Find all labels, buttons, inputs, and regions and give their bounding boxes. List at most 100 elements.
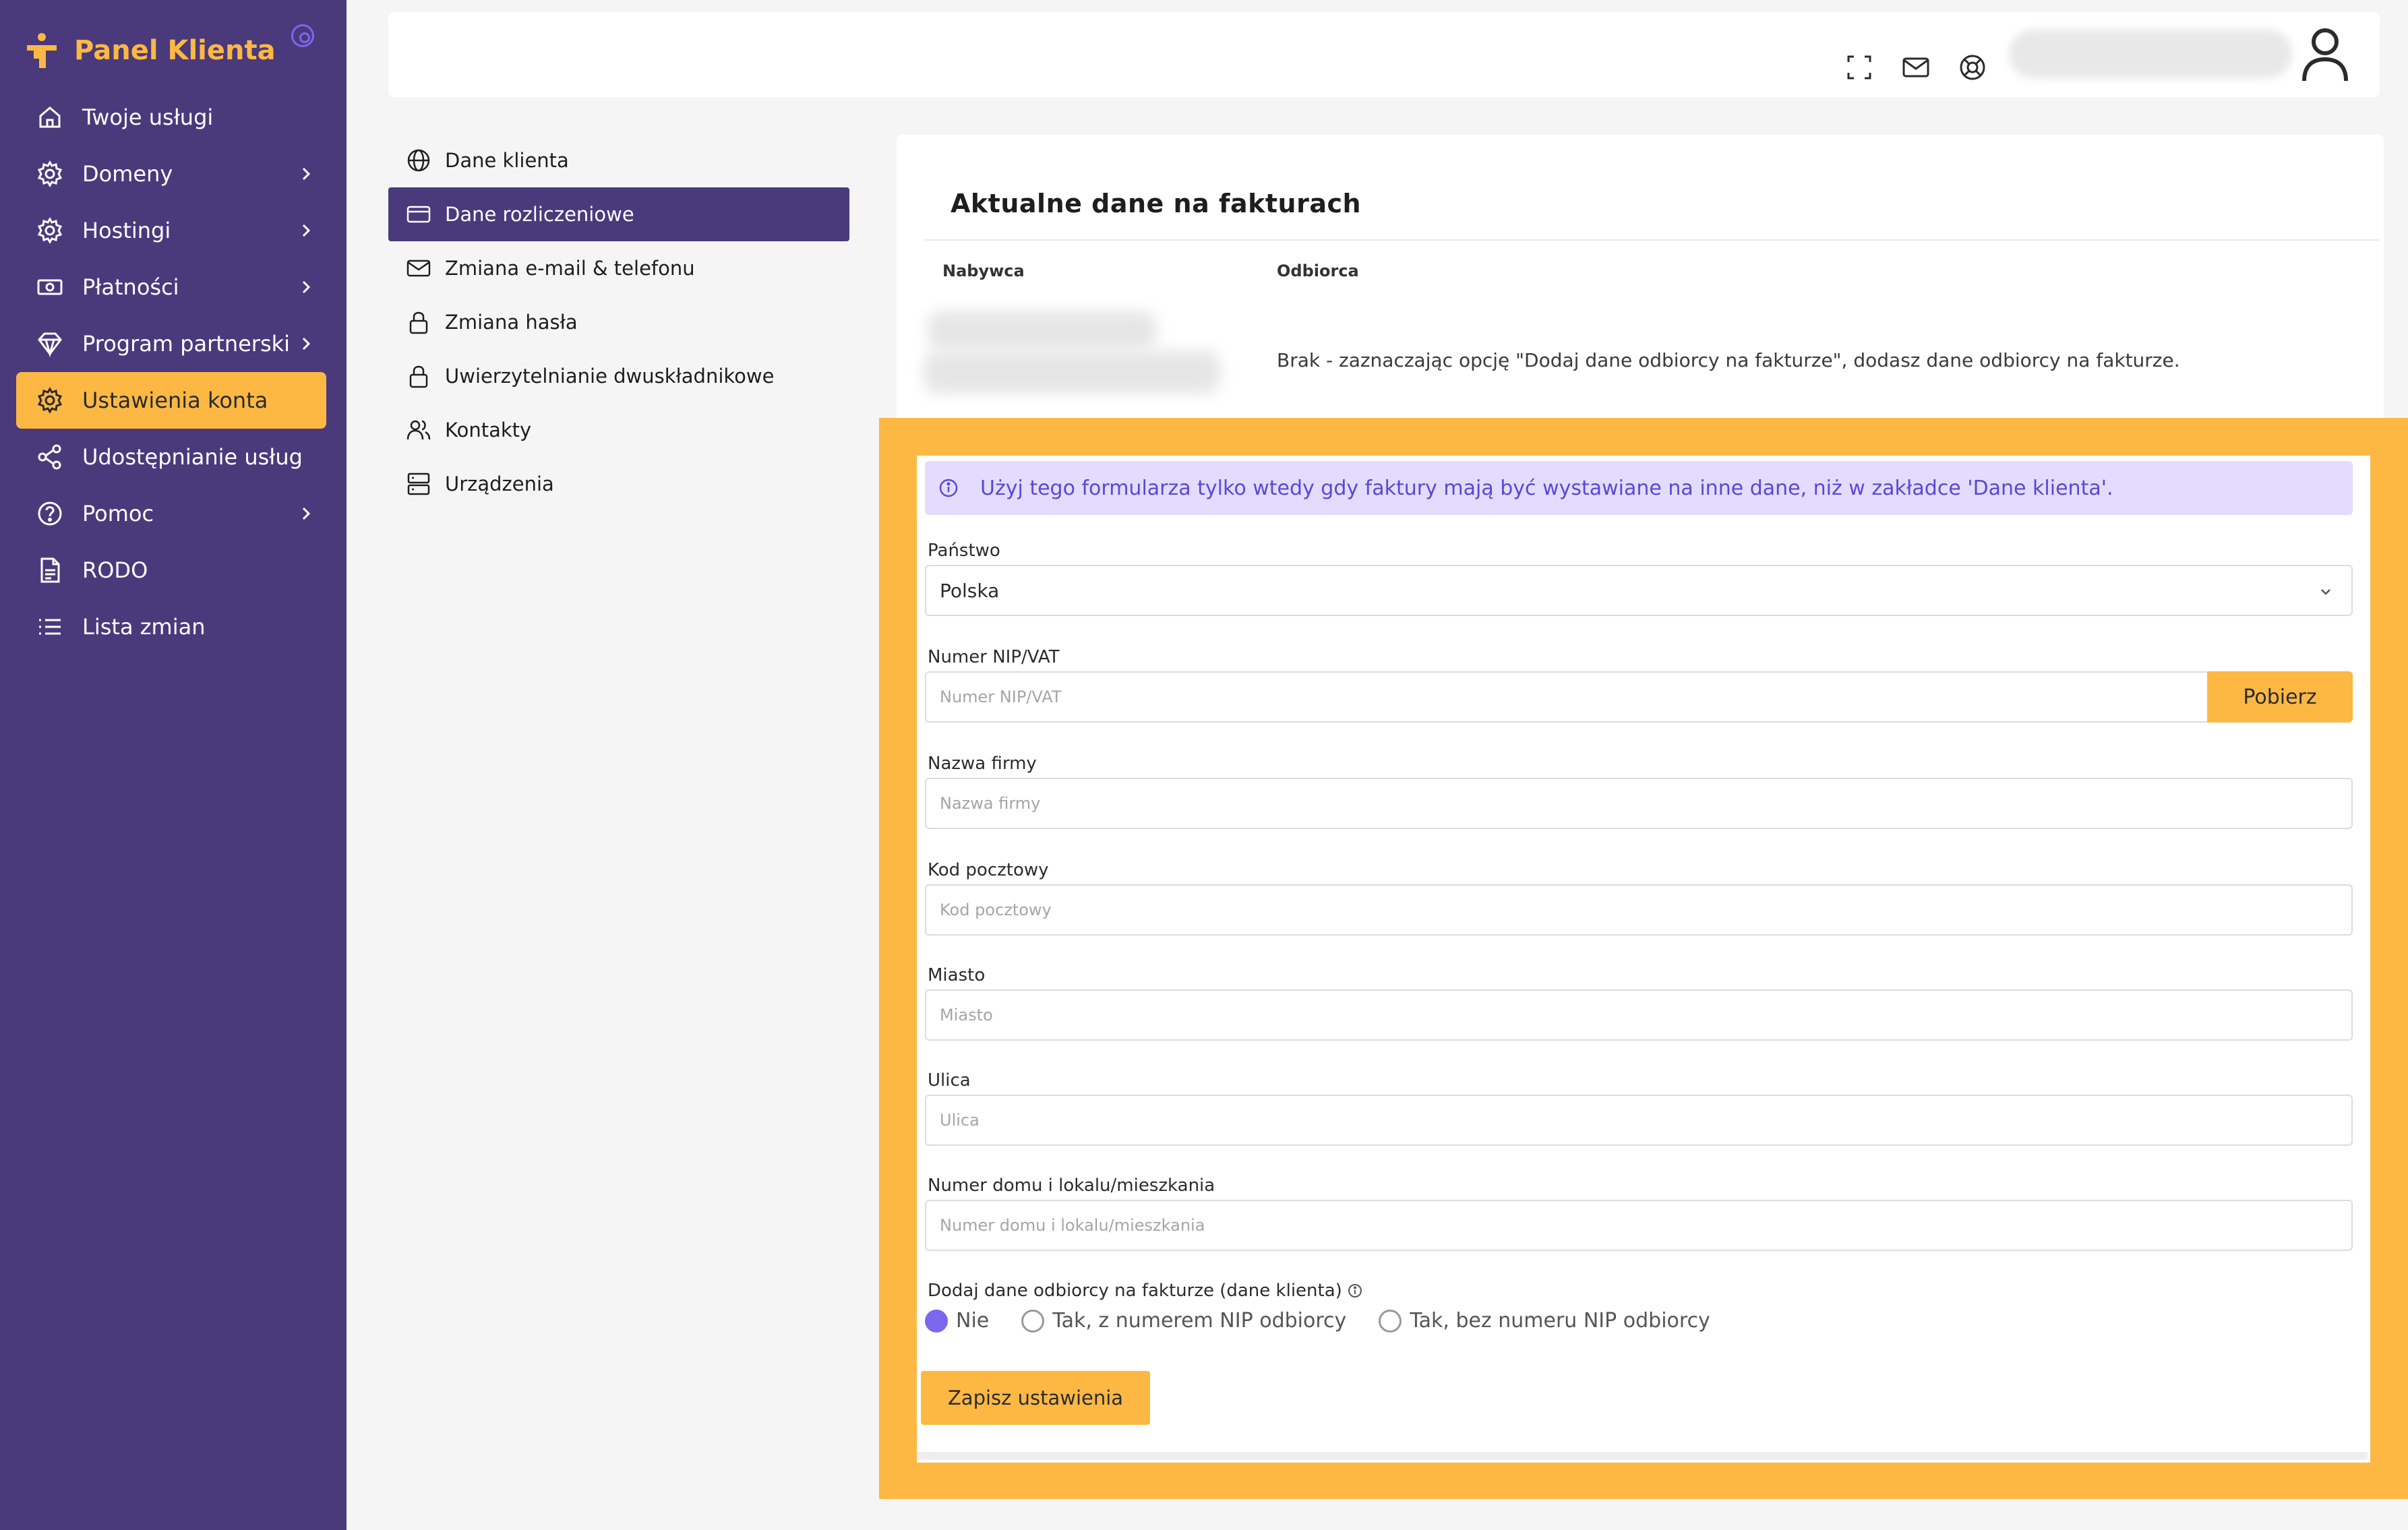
- submenu-item-label: Uwierzytelnianie dwuskładnikowe: [445, 365, 775, 388]
- divider: [924, 239, 2380, 241]
- submenu-item-2fa[interactable]: Uwierzytelnianie dwuskładnikowe: [388, 349, 849, 403]
- chevron-down-icon: [2321, 589, 2330, 595]
- home-icon: [39, 106, 61, 128]
- column-header-buyer: Nabywca: [942, 262, 1025, 280]
- collapse-sidebar-icon[interactable]: [291, 24, 314, 47]
- radio-label: Tak, z numerem NIP odbiorcy: [1052, 1309, 1347, 1333]
- submenu-item-urzadzenia[interactable]: Urządzenia: [388, 457, 849, 511]
- fetch-nip-button[interactable]: Pobierz: [2207, 671, 2353, 723]
- submenu-item-dane-rozliczeniowe[interactable]: Dane rozliczeniowe: [388, 187, 849, 241]
- sidebar-item-label: Twoje usługi: [82, 104, 214, 130]
- server-icon: [407, 472, 430, 495]
- info-alert: Użyj tego formularza tylko wtedy gdy fak…: [925, 461, 2353, 515]
- globe-icon: [407, 149, 430, 172]
- submenu-item-label: Dane rozliczeniowe: [445, 203, 634, 226]
- submenu-item-zmiana-hasla[interactable]: Zmiana hasła: [388, 295, 849, 349]
- recipient-info-text: Brak - zaznaczając opcję "Dodaj dane odb…: [1277, 349, 2180, 371]
- lock-icon: [409, 311, 428, 334]
- sidebar-item-pomoc[interactable]: Pomoc: [16, 485, 326, 542]
- sidebar-item-label: Płatności: [82, 274, 179, 300]
- brand-name: Panel Klienta: [74, 35, 276, 66]
- sidebar-item-rodo[interactable]: RODO: [16, 542, 326, 599]
- radio-label: Nie: [956, 1309, 990, 1333]
- buyer-data-redacted: [924, 350, 1220, 394]
- save-settings-button[interactable]: Zapisz ustawienia: [921, 1371, 1150, 1425]
- user-icon[interactable]: [2300, 27, 2350, 82]
- chevron-right-icon: [302, 280, 311, 294]
- country-label: Państwo: [928, 541, 1000, 561]
- radio-option-tak-bez-nip[interactable]: Tak, bez numeru NIP odbiorcy: [1379, 1309, 1710, 1333]
- sidebar-item-label: Ustawienia konta: [82, 388, 268, 413]
- radio-option-nie[interactable]: Nie: [925, 1309, 989, 1333]
- company-input[interactable]: [925, 778, 2353, 829]
- sidebar-item-lista-zmian[interactable]: Lista zmian: [16, 599, 326, 655]
- street-input[interactable]: [925, 1095, 2353, 1146]
- sidebar-item-label: Lista zmian: [82, 614, 206, 640]
- chevron-right-icon: [302, 507, 311, 520]
- support-icon[interactable]: [1958, 53, 1987, 82]
- submenu-item-label: Zmiana hasła: [445, 311, 578, 334]
- sidebar-item-hostingi[interactable]: Hostingi: [16, 202, 326, 259]
- info-icon: [939, 479, 958, 497]
- list-icon: [39, 619, 61, 635]
- postal-code-label: Kod pocztowy: [928, 860, 1049, 880]
- users-icon: [407, 420, 431, 440]
- credit-card-icon: [407, 206, 431, 223]
- country-select[interactable]: Polska: [925, 565, 2353, 616]
- radio-option-tak-z-nip[interactable]: Tak, z numerem NIP odbiorcy: [1021, 1309, 1346, 1333]
- country-value: Polska: [940, 579, 1000, 602]
- sidebar-item-domeny[interactable]: Domeny: [16, 146, 326, 202]
- sidebar-item-ustawienia-konta[interactable]: Ustawienia konta: [16, 372, 326, 429]
- settings-submenu: Dane klienta Dane rozliczeniowe Zmiana e…: [388, 133, 849, 511]
- submenu-item-label: Urządzenia: [445, 472, 554, 495]
- chevron-right-icon: [302, 337, 311, 350]
- share-icon: [38, 444, 61, 470]
- radio-button[interactable]: [1021, 1309, 1045, 1333]
- sidebar-item-twoje-uslugi[interactable]: Twoje usługi: [16, 89, 326, 146]
- sidebar: Panel Klienta Twoje usługi Domeny Hostin…: [0, 0, 347, 1530]
- chevron-right-icon: [302, 224, 311, 237]
- submenu-item-zmiana-email[interactable]: Zmiana e-mail & telefonu: [388, 241, 849, 295]
- sidebar-item-udostepnianie-uslug[interactable]: Udostępnianie usług: [16, 429, 326, 485]
- sidebar-item-label: Program partnerski: [82, 331, 291, 357]
- fullscreen-icon[interactable]: [1844, 53, 1874, 82]
- submenu-item-label: Kontakty: [445, 419, 532, 441]
- house-number-label: Numer domu i lokalu/mieszkania: [928, 1175, 1215, 1196]
- mail-icon[interactable]: [1901, 53, 1931, 82]
- submenu-item-label: Dane klienta: [445, 149, 569, 172]
- radio-button[interactable]: [925, 1309, 948, 1333]
- postal-code-input[interactable]: [925, 884, 2353, 936]
- recipient-option-label-text: Dodaj dane odbiorcy na fakturze (dane kl…: [928, 1281, 1342, 1301]
- brand[interactable]: Panel Klienta: [24, 28, 276, 73]
- city-label: Miasto: [928, 965, 986, 985]
- radio-label: Tak, bez numeru NIP odbiorcy: [1410, 1309, 1710, 1333]
- nip-input[interactable]: [925, 671, 2208, 723]
- sidebar-item-program-partnerski[interactable]: Program partnerski: [16, 315, 326, 372]
- money-icon: [37, 279, 63, 295]
- submenu-item-dane-klienta[interactable]: Dane klienta: [388, 133, 849, 187]
- sidebar-item-label: Hostingi: [82, 218, 171, 243]
- sidebar-item-platnosci[interactable]: Płatności: [16, 259, 326, 315]
- radio-button[interactable]: [1379, 1309, 1402, 1333]
- column-header-recipient: Odbiorca: [1277, 262, 1359, 280]
- sidebar-nav: Twoje usługi Domeny Hostingi Płatności P…: [16, 89, 326, 655]
- mail-icon: [407, 259, 431, 277]
- topbar: [388, 12, 2380, 97]
- nip-label: Numer NIP/VAT: [928, 647, 1060, 667]
- recipient-option-label: Dodaj dane odbiorcy na fakturze (dane kl…: [928, 1281, 1362, 1301]
- house-number-input[interactable]: [925, 1200, 2353, 1251]
- gear-icon: [37, 160, 63, 187]
- user-name-redacted: [2009, 30, 2292, 78]
- invoice-data-card: Aktualne dane na fakturach Nabywca Odbio…: [897, 135, 2384, 431]
- submenu-item-label: Zmiana e-mail & telefonu: [445, 257, 695, 280]
- info-icon[interactable]: [1348, 1283, 1362, 1298]
- info-text: Użyj tego formularza tylko wtedy gdy fak…: [980, 476, 2113, 500]
- help-icon: [38, 501, 62, 526]
- street-label: Ulica: [928, 1070, 971, 1091]
- logo-icon: [27, 33, 57, 68]
- submenu-item-kontakty[interactable]: Kontakty: [388, 403, 849, 457]
- sidebar-item-label: Pomoc: [82, 501, 154, 526]
- city-input[interactable]: [925, 989, 2353, 1041]
- card-title: Aktualne dane na fakturach: [951, 189, 1362, 218]
- document-icon: [40, 557, 60, 583]
